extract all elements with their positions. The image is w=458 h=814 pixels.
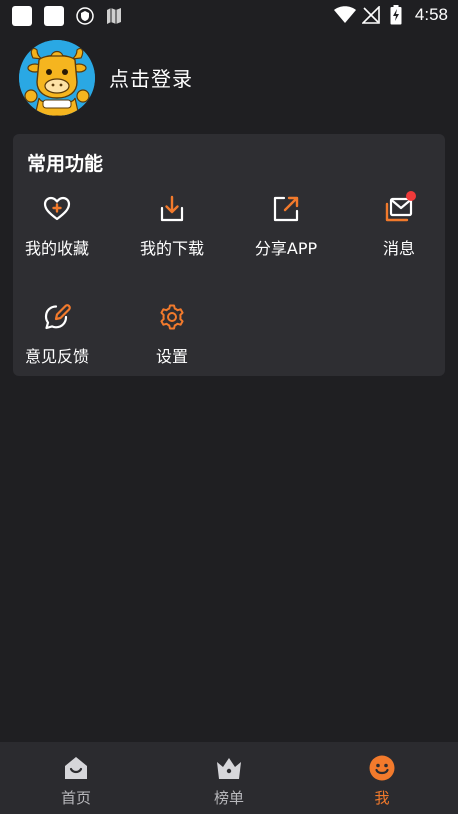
bottom-nav: 首页 榜单 我 bbox=[0, 742, 458, 814]
home-icon bbox=[65, 757, 87, 779]
share-app-button[interactable]: 分享APP bbox=[236, 195, 336, 275]
tab-me[interactable]: 我 bbox=[306, 742, 458, 814]
feedback-icon bbox=[44, 304, 71, 330]
messages-button[interactable]: 消息 bbox=[349, 191, 449, 275]
status-bar: 4:58 bbox=[0, 0, 458, 32]
heart-plus-icon bbox=[43, 196, 71, 221]
unread-badge bbox=[406, 191, 416, 201]
share-icon bbox=[273, 196, 299, 222]
tab-home[interactable]: 首页 bbox=[0, 742, 152, 814]
downloads-label: 我的下载 bbox=[139, 239, 204, 258]
settings-label: 设置 bbox=[155, 347, 188, 366]
downloads-button[interactable]: 我的下载 bbox=[122, 195, 222, 275]
messages-label: 消息 bbox=[382, 239, 415, 258]
map-icon bbox=[107, 8, 121, 24]
shield-icon bbox=[76, 7, 94, 25]
messages-icon-wrapper bbox=[385, 191, 416, 223]
feedback-button[interactable]: 意见反馈 bbox=[7, 303, 107, 383]
share-app-label: 分享APP bbox=[254, 239, 318, 258]
feedback-label: 意见反馈 bbox=[24, 347, 89, 366]
login-link[interactable]: 点击登录 bbox=[109, 63, 193, 92]
common-functions-card: 常用功能 我的收藏 我的下载 分享APP 消息 意见反馈 设置 bbox=[13, 134, 445, 376]
tab-rankings[interactable]: 榜单 bbox=[153, 742, 305, 814]
status-time: 4:58 bbox=[414, 5, 448, 24]
notification-app-icon bbox=[44, 6, 64, 26]
wifi-icon bbox=[334, 6, 356, 23]
notification-app-icon bbox=[12, 6, 32, 26]
tab-rankings-label: 榜单 bbox=[213, 789, 244, 807]
settings-button[interactable]: 设置 bbox=[122, 303, 222, 383]
smiley-icon bbox=[369, 755, 395, 781]
crown-icon bbox=[217, 758, 241, 779]
mascot-bull-image bbox=[19, 40, 95, 116]
battery-charging-icon bbox=[390, 5, 402, 25]
tab-me-label: 我 bbox=[374, 789, 390, 807]
tab-home-label: 首页 bbox=[60, 789, 91, 807]
download-icon bbox=[160, 195, 184, 222]
no-signal-icon bbox=[362, 6, 380, 24]
favorites-button[interactable]: 我的收藏 bbox=[7, 195, 107, 275]
avatar[interactable] bbox=[19, 40, 95, 116]
section-title: 常用功能 bbox=[27, 153, 104, 175]
favorites-label: 我的收藏 bbox=[24, 239, 89, 258]
settings-gear-icon bbox=[160, 304, 184, 330]
